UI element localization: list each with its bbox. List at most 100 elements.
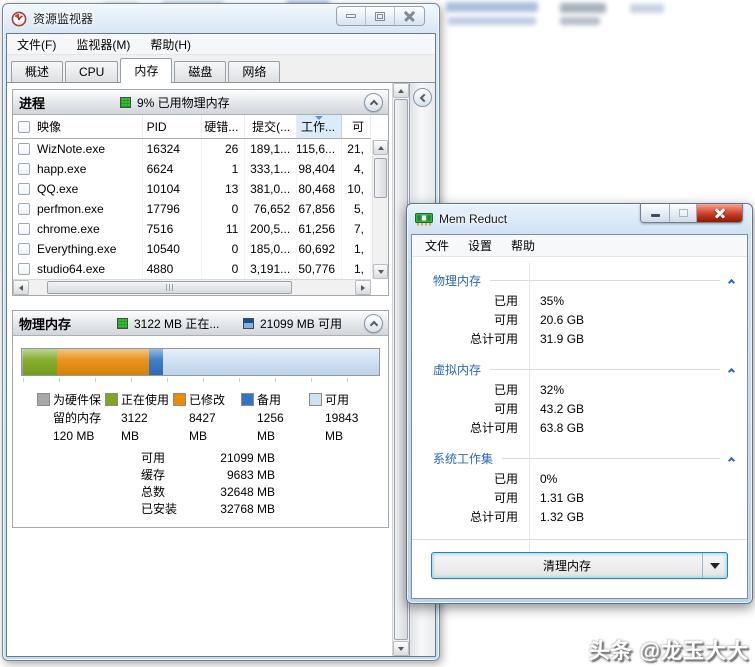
scroll-up-button[interactable]	[373, 140, 388, 155]
minimize-button[interactable]	[337, 7, 366, 25]
checkbox[interactable]	[18, 143, 30, 155]
cell: 10,	[342, 179, 371, 199]
metric-label: 已用	[412, 381, 529, 398]
scroll-track[interactable]	[373, 155, 388, 264]
legend-swatch	[105, 393, 118, 406]
arrow-down-icon	[378, 270, 384, 274]
scroll-thumb[interactable]	[47, 281, 292, 294]
arrow-down-icon	[398, 647, 404, 651]
maximize-button[interactable]	[670, 204, 697, 222]
table-row[interactable]: chrome.exe751611200,5...61,2567,	[13, 219, 371, 239]
checkbox[interactable]	[18, 121, 30, 133]
physical-memory-section-header[interactable]: 物理内存 3122 MB 正在... 21099 MB 可用	[13, 311, 388, 336]
collapse-arrow-icon[interactable]	[728, 278, 735, 285]
metric-value: 43.2 GB	[529, 402, 584, 416]
processes-section: 进程 9% 已用物理内存 映像PID硬错...提交(...工作...可 WizN…	[12, 89, 389, 296]
close-button[interactable]	[697, 204, 742, 222]
clean-memory-button[interactable]: 清理内存	[431, 552, 728, 579]
available-status: 21099 MB 可用	[243, 315, 342, 332]
menubar-item[interactable]: 帮助(H)	[150, 36, 191, 53]
collapse-arrow-icon[interactable]	[728, 456, 735, 463]
column-header[interactable]: 可	[342, 115, 371, 138]
cell-text: 1,	[354, 262, 364, 276]
metric-value: 35%	[529, 294, 564, 308]
menubar-item[interactable]: 设置	[468, 237, 492, 254]
collapse-section-button[interactable]	[364, 93, 383, 112]
resmon-titlebar[interactable]: 资源监视器	[3, 4, 439, 33]
table-row[interactable]: Everything.exe105400185,0...60,6921,	[13, 239, 371, 259]
expand-panel-button[interactable]	[413, 88, 432, 107]
checkbox[interactable]	[18, 263, 30, 275]
restore-button[interactable]	[366, 7, 395, 25]
memreduct-sections: 物理内存已用35%可用20.6 GB总计可用31.9 GB虚拟内存已用32%可用…	[412, 257, 747, 526]
legend-swatch	[309, 393, 322, 406]
scroll-down-button[interactable]	[393, 641, 409, 656]
collapse-arrow-icon[interactable]	[728, 367, 735, 374]
tab-网络[interactable]: 网络	[228, 61, 280, 82]
stat-label: 缓存	[141, 466, 197, 483]
checkbox[interactable]	[18, 163, 30, 175]
table-row[interactable]: QQ.exe1010413381,0...80,46810,	[13, 179, 371, 199]
tab-磁盘[interactable]: 磁盘	[174, 61, 226, 82]
memreduct-client: 物理内存已用35%可用20.6 GB总计可用31.9 GB虚拟内存已用32%可用…	[412, 257, 747, 598]
clean-memory-dropdown[interactable]	[702, 553, 727, 578]
tab-CPU[interactable]: CPU	[65, 61, 118, 82]
table-row[interactable]: perfmon.exe17796076,65267,8565,	[13, 199, 371, 219]
checkbox[interactable]	[18, 203, 30, 215]
restore-icon	[375, 12, 385, 21]
cell: 21,	[342, 139, 371, 159]
table-row[interactable]: happ.exe66241333,1...98,4044,	[13, 159, 371, 179]
available-led-icon	[243, 318, 254, 329]
scroll-track[interactable]	[29, 280, 355, 295]
background-blur	[446, 2, 538, 12]
scroll-left-button[interactable]	[13, 280, 29, 295]
tab-概述[interactable]: 概述	[11, 61, 63, 82]
cell: 1,	[342, 239, 371, 259]
legend-item: 正在使用 3122 MB	[105, 391, 173, 445]
table-vertical-scrollbar[interactable]	[372, 140, 388, 279]
checkbox[interactable]	[18, 223, 30, 235]
scroll-down-button[interactable]	[373, 264, 388, 279]
clean-memory-label[interactable]: 清理内存	[432, 553, 702, 578]
cell: chrome.exe	[13, 219, 143, 239]
tab-内存[interactable]: 内存	[120, 58, 172, 83]
column-header[interactable]: 工作...	[297, 115, 342, 138]
processes-section-header[interactable]: 进程 9% 已用物理内存	[13, 90, 388, 115]
column-header[interactable]: 映像	[13, 115, 143, 138]
window-controls	[640, 204, 743, 223]
column-header[interactable]: PID	[143, 115, 203, 138]
cell-text: 0	[232, 202, 239, 216]
column-header[interactable]: 提交(...	[245, 115, 297, 138]
scroll-right-button[interactable]	[355, 280, 371, 295]
close-button[interactable]	[395, 7, 424, 25]
stat-label: 可用	[141, 449, 197, 466]
minimize-button[interactable]	[641, 204, 670, 222]
checkbox[interactable]	[18, 243, 30, 255]
cell: 185,0...	[245, 239, 297, 259]
scroll-thumb[interactable]	[374, 158, 387, 198]
arrow-up-icon	[378, 146, 384, 150]
collapse-section-button[interactable]	[364, 314, 383, 333]
cell-text: 4,	[354, 162, 364, 176]
memreduct-titlebar[interactable]: Mem Reduct	[407, 204, 752, 234]
column-header[interactable]: 硬错...	[202, 115, 245, 138]
menubar-item[interactable]: 文件(F)	[17, 36, 56, 53]
metric-row: 总计可用31.9 GB	[412, 329, 747, 348]
metric-row: 已用32%	[412, 380, 747, 399]
process-table: 映像PID硬错...提交(...工作...可 WizNote.exe163242…	[13, 115, 388, 295]
menubar-item[interactable]: 文件	[425, 237, 449, 254]
table-row[interactable]: WizNote.exe1632426189,1...115,6...21,	[13, 139, 371, 159]
scroll-up-button[interactable]	[393, 83, 409, 98]
metric-value: 32%	[529, 383, 564, 397]
table-horizontal-scrollbar[interactable]	[13, 279, 371, 295]
menubar-item[interactable]: 监视器(M)	[76, 36, 130, 53]
legend-item: 已修改 8427 MB	[173, 391, 241, 445]
checkbox[interactable]	[18, 183, 30, 195]
menubar-item[interactable]: 帮助	[511, 237, 535, 254]
memory-bar-ticks	[23, 378, 378, 382]
table-row[interactable]: studio64.exe488003,191...50,7761,	[13, 259, 371, 279]
cell: 61,256	[297, 219, 342, 239]
section-divider	[490, 369, 720, 370]
cell-text: 3,191...	[250, 262, 290, 276]
status-text: 3122 MB 正在...	[134, 315, 219, 332]
